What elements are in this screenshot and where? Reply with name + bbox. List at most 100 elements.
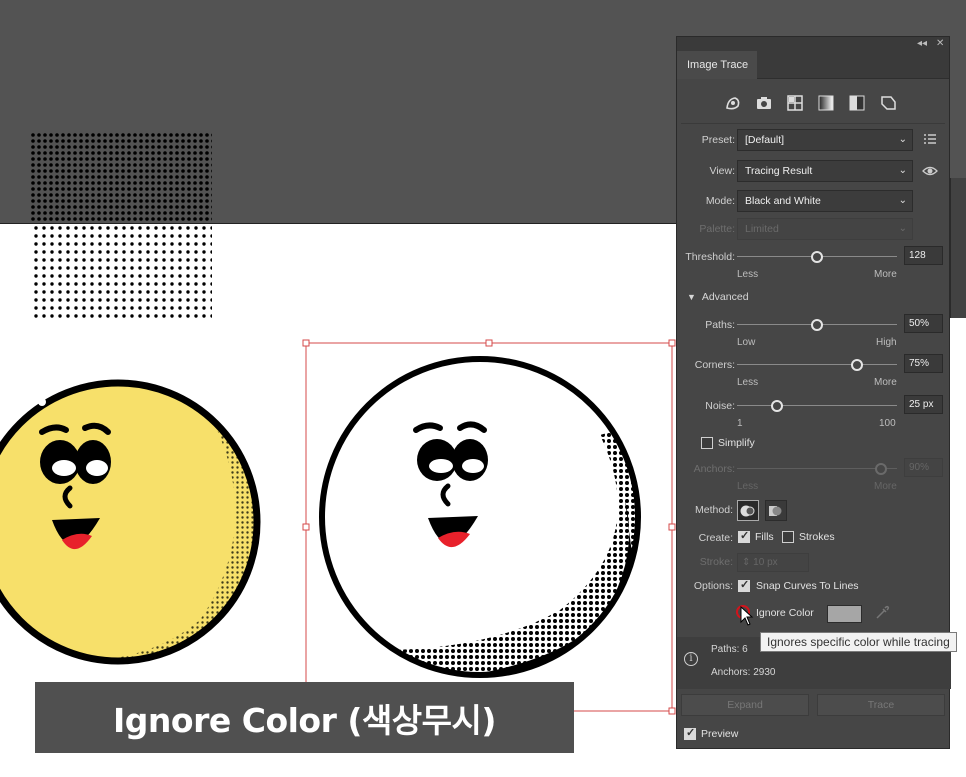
palette-label: Palette: [699,223,735,235]
threshold-row: Threshold: 128 [677,246,951,268]
black-and-white-icon[interactable] [846,92,868,114]
slider-track [737,468,897,469]
corners-label: Corners: [694,359,735,371]
fills-label: Fills [755,531,774,543]
traced-ball [319,356,641,678]
triangle-down-icon: ▼ [687,292,696,302]
threshold-min-label: Less [737,269,759,280]
preset-value: [Default] [745,134,785,146]
abutting-icon [740,505,755,516]
stats-anchors: Anchors: 2930 [711,667,776,678]
slider-knob[interactable] [811,251,823,263]
stroke-value: ⇕ 10 px [737,553,809,572]
corners-value[interactable]: 75% [904,354,943,373]
panel-tabstrip: Image Trace [677,51,949,79]
chevron-down-icon: ⌄ [898,165,907,176]
paths-label: Paths: [705,319,735,331]
palette-select: Limited ⌄ [737,218,913,240]
overlapping-icon [769,505,782,516]
noise-min-label: 1 [737,418,743,429]
slider-knob[interactable] [851,359,863,371]
snap-curves-label: Snap Curves To Lines [756,580,859,592]
stats-anchors-value: 2930 [753,667,776,678]
anchors-row: Anchors: 90% [677,458,951,480]
abutting-method-button[interactable] [737,500,759,521]
trace-button[interactable]: Trace [817,694,945,716]
anchors-label: Anchors: [693,463,735,475]
ignore-color-tooltip: Ignores specific color while tracing [760,632,957,652]
stroke-label: Stroke: [699,556,733,568]
corners-min-label: Less [737,377,759,388]
preset-label: Preset: [701,134,735,146]
preset-icon-bar [722,92,899,114]
snap-curves-checkbox[interactable] [738,578,750,592]
noise-value[interactable]: 25 px [904,395,943,414]
mode-select[interactable]: Black and White ⌄ [737,190,913,212]
stats-paths: Paths: 6 [711,644,748,655]
collapse-icon[interactable]: ◂◂ [917,37,927,51]
ignore-color-label: Ignore Color [756,607,814,619]
noise-slider[interactable] [737,395,897,417]
info-icon: i [684,652,698,666]
mode-row: Mode: Black and White ⌄ [677,190,951,212]
docked-panel-edge [950,178,966,318]
stats-anchors-label: Anchors: [711,667,751,678]
view-value: Tracing Result [745,165,813,177]
yellow-ball [0,379,261,665]
ignore-color-swatch[interactable] [827,605,862,623]
slider-knob[interactable] [771,400,783,412]
noise-row: Noise: 25 px [677,395,951,417]
paths-max-label: High [876,337,897,348]
advanced-toggle[interactable]: ▼ Advanced [687,291,749,303]
low-color-icon[interactable] [784,92,806,114]
create-label: Create: [698,532,733,544]
paths-row: Paths: 50% [677,314,951,336]
threshold-label: Threshold: [685,251,735,263]
stats-paths-value: 6 [742,644,748,655]
stepper-icon: ⇕ [742,557,754,568]
stroke-value-text: 10 px [753,557,778,568]
eye-icon[interactable] [922,164,938,181]
corners-max-label: More [874,377,897,388]
view-row: View: Tracing Result ⌄ [677,160,951,182]
anchors-max-label: More [874,481,897,492]
simplify-label: Simplify [718,437,755,449]
chevron-down-icon: ⌄ [898,195,907,206]
divider [681,123,945,124]
eyedropper-icon[interactable] [874,605,890,624]
panel-titlebar[interactable]: ◂◂ ✕ [677,37,949,51]
threshold-value[interactable]: 128 [904,246,943,265]
view-label: View: [709,165,736,177]
strokes-label: Strokes [799,531,835,543]
anchors-slider [737,458,897,480]
auto-color-icon[interactable] [722,92,744,114]
simplify-checkbox[interactable] [701,437,713,449]
palette-row: Palette: Limited ⌄ [677,218,951,240]
threshold-max-label: More [874,269,897,280]
paths-value[interactable]: 50% [904,314,943,333]
noise-max-label: 100 [879,418,896,429]
overlapping-method-button[interactable] [765,500,787,521]
grayscale-icon[interactable] [815,92,837,114]
strokes-checkbox[interactable] [782,531,794,543]
stats-paths-label: Paths: [711,644,740,655]
fills-checkbox[interactable] [738,529,750,543]
method-label: Method: [695,504,733,516]
preset-select[interactable]: [Default] ⌄ [737,129,913,151]
view-select[interactable]: Tracing Result ⌄ [737,160,913,182]
palette-value: Limited [745,223,779,235]
mouse-pointer-icon [740,605,754,629]
close-icon[interactable]: ✕ [936,37,944,51]
slider-track [737,405,897,406]
high-color-icon[interactable] [753,92,775,114]
preview-checkbox[interactable] [684,726,696,740]
preset-menu-icon[interactable] [923,132,937,149]
tab-image-trace[interactable]: Image Trace [677,51,757,79]
corners-slider[interactable] [737,354,897,376]
slider-track [737,364,897,365]
threshold-slider[interactable] [737,246,897,268]
slider-knob[interactable] [811,319,823,331]
paths-slider[interactable] [737,314,897,336]
expand-button[interactable]: Expand [681,694,809,716]
outline-icon[interactable] [877,92,899,114]
